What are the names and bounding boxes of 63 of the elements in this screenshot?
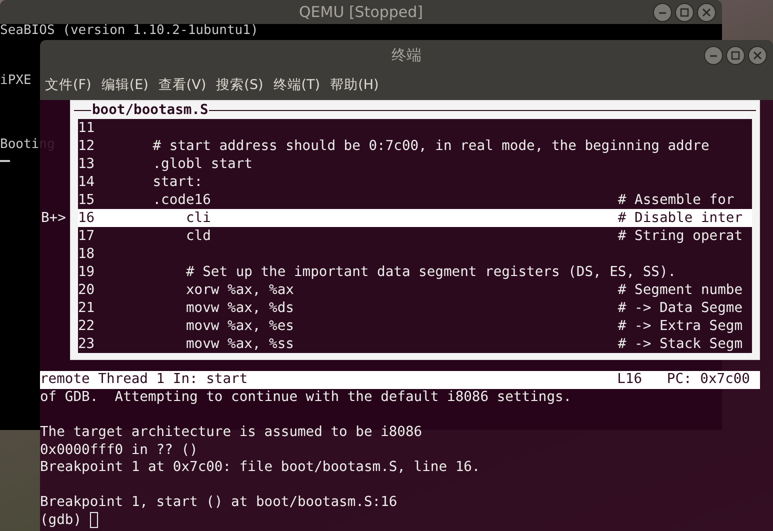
code-comment: # -> Extra Segm xyxy=(618,317,743,335)
menu-item[interactable]: 搜索(S) xyxy=(216,76,264,94)
line-number: 20 xyxy=(78,281,95,299)
code-text: .globl start xyxy=(152,155,252,173)
menu-item[interactable]: 文件(F) xyxy=(45,76,92,94)
minimize-button[interactable] xyxy=(653,2,672,22)
maximize-button[interactable] xyxy=(675,2,694,22)
gdb-prompt: (gdb) xyxy=(40,512,82,529)
line-number: 22 xyxy=(78,317,95,335)
close-button[interactable] xyxy=(697,2,716,22)
menu-item[interactable]: 终端(T) xyxy=(273,76,320,94)
line-number: 19 xyxy=(78,263,95,281)
code-comment: # Disable inter xyxy=(618,209,743,227)
line-number: 21 xyxy=(78,299,95,317)
line-number: 17 xyxy=(78,227,95,245)
output-line: of GDB. Attempting to continue with the default i8086 settings. xyxy=(40,389,572,406)
code-text: # Set up the important data segment registers (DS, ES, SS). xyxy=(184,263,676,281)
code-comment: # -> Stack Segm xyxy=(618,335,743,353)
text-cursor xyxy=(0,160,10,162)
console-line: SeaBIOS (version 1.10.2-1ubuntu1) xyxy=(0,24,258,38)
code-comment: # -> Data Segme xyxy=(618,299,743,317)
line-number: 16 xyxy=(78,209,95,227)
terminal-cursor xyxy=(90,512,98,528)
line-number: 12 xyxy=(78,137,95,155)
menu-item[interactable]: 查看(V) xyxy=(158,76,206,94)
code-comment: # String operat xyxy=(618,227,743,245)
code-text: .code16 xyxy=(152,191,212,209)
code-text: movw %ax, %ss xyxy=(184,335,295,353)
breakpoint-marker: B+> xyxy=(41,209,66,227)
menu-item[interactable]: 编辑(E) xyxy=(101,76,148,94)
output-line: 0x0000fff0 in ?? () xyxy=(40,442,198,459)
code-text: movw %ax, %ds xyxy=(184,299,295,317)
pc-indicator: PC: 0x7c00 xyxy=(666,371,750,389)
window-title: QEMU [Stopped] xyxy=(298,3,424,21)
code-comment: # Assemble for xyxy=(618,191,734,209)
output-line: Breakpoint 1 at 0x7c00: file boot/bootasm.S, line 16. xyxy=(40,459,480,476)
line-number: 15 xyxy=(78,191,95,209)
maximize-icon xyxy=(680,8,689,16)
window-title: 终端 xyxy=(392,46,422,64)
line-number: 11 xyxy=(78,119,95,137)
code-text: movw %ax, %es xyxy=(184,317,295,335)
line-indicator: L16 xyxy=(617,371,642,389)
code-comment: # Segment numbe xyxy=(618,281,743,299)
code-text: cli xyxy=(184,209,212,227)
maximize-button[interactable] xyxy=(726,46,745,64)
close-icon xyxy=(702,8,711,16)
close-button[interactable] xyxy=(748,46,767,64)
menu-item[interactable]: 帮助(H) xyxy=(330,76,379,94)
minimize-button[interactable] xyxy=(704,46,723,64)
code-text: xorw %ax, %ax xyxy=(184,281,295,299)
code-text: start: xyxy=(152,173,203,191)
output-line: The target architecture is assumed to be i8086 xyxy=(40,424,422,442)
line-number: 18 xyxy=(78,245,95,263)
code-text: # start address should be 0:7c00, in real mode, the beginning addre xyxy=(152,137,710,155)
output-line: Breakpoint 1, start () at boot/bootasm.S:16 xyxy=(40,494,398,512)
line-number: 23 xyxy=(78,335,95,353)
line-number: 13 xyxy=(78,155,95,173)
code-text: cld xyxy=(184,227,212,245)
close-icon xyxy=(753,50,762,60)
line-number: 14 xyxy=(78,173,95,191)
thread-status: remote Thread 1 In: start xyxy=(40,371,248,389)
maximize-icon xyxy=(731,50,740,60)
console-line: iPXE xyxy=(0,74,32,88)
